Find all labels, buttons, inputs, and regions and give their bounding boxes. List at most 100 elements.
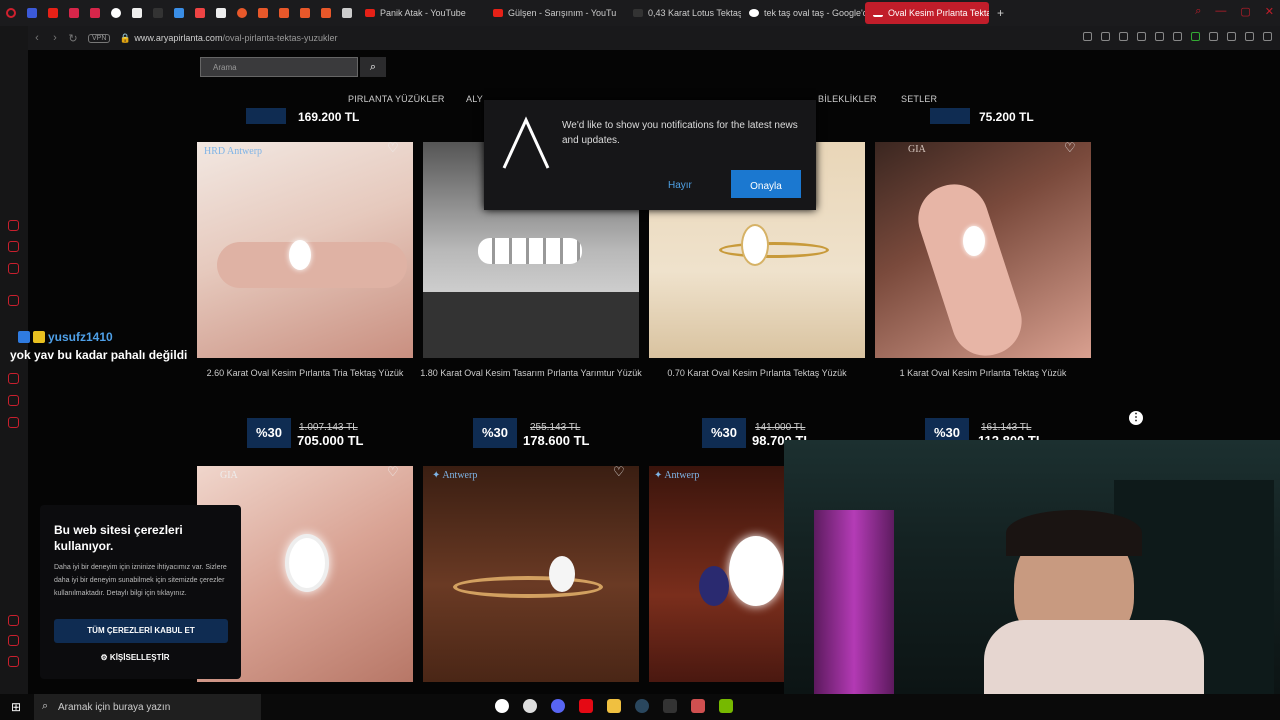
pinned-tab-icon[interactable] [252, 0, 273, 26]
pinned-tab-icon[interactable] [336, 0, 357, 26]
pinned-tab-icon[interactable] [147, 0, 168, 26]
menu-icon[interactable] [1263, 32, 1272, 41]
chat-username-text: yusufz1410 [48, 329, 113, 344]
player-icon[interactable] [1155, 32, 1164, 41]
sidebar-history-icon[interactable] [8, 241, 19, 252]
shield-icon[interactable] [1137, 32, 1146, 41]
epic-games-icon[interactable] [663, 699, 677, 713]
maximize-icon[interactable]: ▢ [1240, 5, 1250, 18]
site-search-input[interactable]: Arama [200, 57, 358, 77]
menu-item-aly[interactable]: ALY [466, 94, 483, 104]
sidebar-settings-icon[interactable] [8, 417, 19, 428]
arya-logo-icon [502, 116, 550, 169]
opera-logo-icon[interactable] [0, 0, 21, 26]
pinned-tab-icon[interactable] [105, 0, 126, 26]
sidebar-messenger-icon[interactable] [8, 220, 19, 231]
snapshot-icon[interactable] [1119, 32, 1128, 41]
download-icon[interactable] [1245, 32, 1254, 41]
discount-badge: %30 [702, 418, 746, 448]
windows-start-icon[interactable]: ⊞ [0, 694, 32, 720]
chat-message: yok yav bu kadar pahalı değildi [10, 348, 188, 362]
product-title[interactable]: 2.60 Karat Oval Kesim Pırlanta Tria Tekt… [194, 366, 416, 381]
allow-button[interactable]: Onayla [731, 170, 801, 198]
tab-google-search[interactable]: tek taş oval taş - Google'd [741, 2, 865, 24]
discount-badge: %30 [473, 418, 517, 448]
new-tab-button[interactable]: + [989, 2, 1009, 24]
google-icon [749, 9, 759, 17]
diamond-band-shape [478, 238, 582, 264]
customize-cookies-button[interactable]: ⚙ KİŞİSELLEŞTİR [40, 653, 230, 662]
sidebar-gx-icon[interactable] [8, 656, 19, 667]
settings-icon[interactable] [523, 699, 537, 713]
tab-gulsen[interactable]: Gülşen - Sarışınım - YouTu [485, 2, 625, 24]
product-image[interactable] [875, 142, 1091, 358]
obs-icon[interactable] [495, 699, 509, 713]
reload-icon[interactable]: ↻ [64, 32, 82, 45]
pin-icon[interactable] [1101, 32, 1110, 41]
more-options-icon[interactable]: ⋮ [1129, 411, 1143, 425]
search-icon: ⌕ [42, 700, 49, 712]
pinned-tab-icon[interactable] [168, 0, 189, 26]
netflix-icon[interactable] [579, 699, 593, 713]
steam-icon[interactable] [635, 699, 649, 713]
product-image[interactable] [423, 466, 639, 682]
toolbar-icons [1083, 32, 1272, 41]
tab-lotus-tektas[interactable]: 0,43 Karat Lotus Tektaş Pı [625, 2, 741, 24]
discord-icon[interactable] [551, 699, 565, 713]
product-title[interactable]: 1.80 Karat Oval Kesim Tasarım Pırlanta Y… [420, 366, 642, 381]
nvidia-icon[interactable] [719, 699, 733, 713]
pinned-tab-icon[interactable] [63, 0, 84, 26]
search-tabs-icon[interactable]: ⌕ [1195, 5, 1201, 18]
pinned-tab-icon[interactable] [189, 0, 210, 26]
heart-icon[interactable]: ♡ [1064, 140, 1076, 156]
pinned-tab-icon[interactable] [315, 0, 336, 26]
puzzle-icon[interactable] [1209, 32, 1218, 41]
search-icon[interactable]: ⌕ [360, 57, 386, 77]
back-icon[interactable]: ‹ [28, 32, 46, 44]
menu-item-setler[interactable]: SETLER [901, 94, 937, 104]
app-icon[interactable] [691, 699, 705, 713]
heart-icon[interactable]: ♡ [613, 464, 625, 480]
sidebar-clock-icon[interactable] [8, 373, 19, 384]
forward-icon[interactable]: › [46, 32, 64, 44]
lock-icon[interactable]: 🔒 [116, 33, 134, 44]
sidebar-wallet-icon[interactable] [8, 615, 19, 626]
heart-icon[interactable]: ♡ [387, 464, 399, 480]
product-title[interactable]: 0.70 Karat Oval Kesim Pırlanta Tektaş Yü… [646, 366, 868, 381]
deny-button[interactable]: Hayır [668, 180, 692, 191]
file-explorer-icon[interactable] [607, 699, 621, 713]
pinned-tab-icon[interactable] [273, 0, 294, 26]
sidebar-music-icon[interactable] [8, 263, 19, 274]
pinned-tab-icon[interactable] [42, 0, 63, 26]
vpn-badge[interactable]: VPN [88, 33, 111, 43]
pinned-tab-icon[interactable] [21, 0, 42, 26]
address-bar: ‹ › ↻ VPN 🔒 www.aryapirlanta.com/oval-pi… [28, 26, 1280, 50]
easy-setup-icon[interactable] [1227, 32, 1236, 41]
pinned-tab-icon[interactable] [126, 0, 147, 26]
pinned-tab-icon[interactable] [231, 0, 252, 26]
tab-oval-kesim-active[interactable]: Oval Kesim Pırlanta Tektaş [865, 2, 989, 24]
sidebar-instagram-icon[interactable] [8, 295, 19, 306]
arya-logo-icon [873, 9, 883, 17]
heart-icon[interactable]: ♡ [387, 140, 399, 156]
pinned-tab-icon[interactable] [210, 0, 231, 26]
split-view-icon[interactable] [1083, 32, 1092, 41]
extension-icon[interactable] [1191, 32, 1200, 41]
product-image[interactable] [197, 142, 413, 358]
diamond-shape [729, 536, 783, 606]
taskbar-search-input[interactable]: ⌕ Aramak için buraya yazın [34, 694, 261, 720]
minimize-icon[interactable]: — [1215, 5, 1226, 18]
menu-item-pirlanta-yuzukler[interactable]: PIRLANTA YÜZÜKLER [348, 94, 445, 104]
tab-panik-atak[interactable]: Panik Atak - YouTube [357, 2, 485, 24]
sidebar-download-icon[interactable] [8, 395, 19, 406]
url-field[interactable]: www.aryapirlanta.com/oval-pirlanta-tekta… [134, 33, 337, 43]
close-icon[interactable]: ✕ [1265, 5, 1274, 18]
menu-item-bileklikler[interactable]: BİLEKLİKLER [818, 94, 877, 104]
diamond-shape [549, 556, 575, 592]
pinned-tab-icon[interactable] [294, 0, 315, 26]
sidebar-box-icon[interactable] [8, 635, 19, 646]
accept-all-cookies-button[interactable]: TÜM ÇEREZLERİ KABUL ET [54, 619, 228, 643]
product-title[interactable]: 1 Karat Oval Kesim Pırlanta Tektaş Yüzük [872, 366, 1094, 381]
heart-icon[interactable] [1173, 32, 1182, 41]
pinned-tab-icon[interactable] [84, 0, 105, 26]
